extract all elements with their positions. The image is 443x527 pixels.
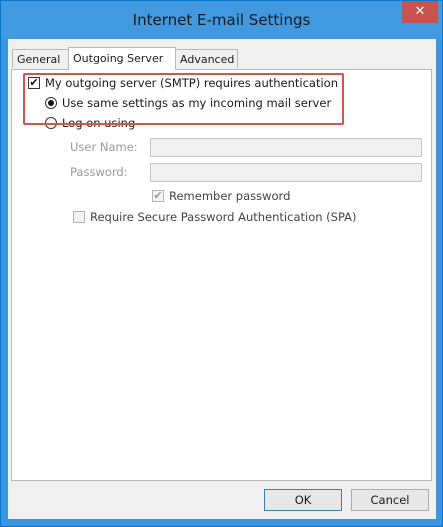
dialog-window: Internet E-mail Settings ✕ General Outgo…	[0, 0, 443, 527]
window-title: Internet E-mail Settings	[132, 11, 311, 29]
remember-password-label: Remember password	[169, 189, 291, 203]
password-label: Password:	[70, 165, 128, 179]
close-button[interactable]: ✕	[402, 1, 438, 23]
tab-general[interactable]: General	[12, 49, 69, 68]
cancel-button[interactable]: Cancel	[351, 489, 429, 511]
tab-outgoing-server[interactable]: Outgoing Server	[68, 47, 176, 70]
user-name-label: User Name:	[70, 140, 138, 154]
close-icon: ✕	[414, 4, 426, 19]
password-field[interactable]	[150, 163, 422, 182]
spa-label: Require Secure Password Authentication (…	[90, 210, 357, 224]
tab-advanced[interactable]: Advanced	[175, 49, 238, 68]
spa-checkbox[interactable]	[73, 211, 85, 223]
remember-password-checkbox[interactable]: ✔	[152, 190, 164, 202]
user-name-field[interactable]	[150, 138, 422, 157]
title-bar: Internet E-mail Settings ✕	[1, 1, 442, 39]
ok-button[interactable]: OK	[264, 489, 342, 511]
dialog-body: General Outgoing Server Advanced ✔ My ou…	[8, 39, 436, 519]
annotation-highlight-box	[23, 73, 344, 125]
outgoing-server-panel: ✔ My outgoing server (SMTP) requires aut…	[11, 69, 432, 481]
